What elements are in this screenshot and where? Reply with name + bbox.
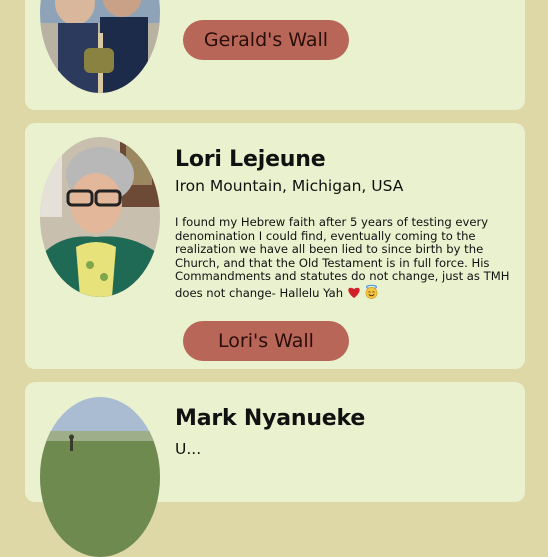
profile-card-lori: Lori Lejeune Iron Mountain, Michigan, US… [25, 123, 525, 369]
smiling-face-with-halo-emoji-icon [364, 284, 379, 303]
wall-button-gerald[interactable]: Gerald's Wall [183, 20, 349, 60]
profile-name: Mark Nyanueke [175, 406, 366, 431]
profile-card-mark: Mark Nyanueke U... [25, 382, 525, 557]
wall-button-lori[interactable]: Lori's Wall [183, 321, 349, 361]
profile-name: Lori Lejeune [175, 147, 326, 172]
profile-photo [40, 397, 160, 557]
profile-location: Iron Mountain, Michigan, USA [175, 177, 404, 195]
profile-photo [40, 0, 160, 93]
profile-bio: I found my Hebrew faith after 5 years of… [175, 215, 520, 303]
profile-bio-text: I found my Hebrew faith after 5 years of… [175, 215, 510, 300]
profile-photo [40, 137, 160, 297]
profile-card-gerald: Gerald's Wall [25, 0, 525, 110]
profile-location: U... [175, 440, 202, 458]
heart-emoji-icon [347, 286, 361, 303]
